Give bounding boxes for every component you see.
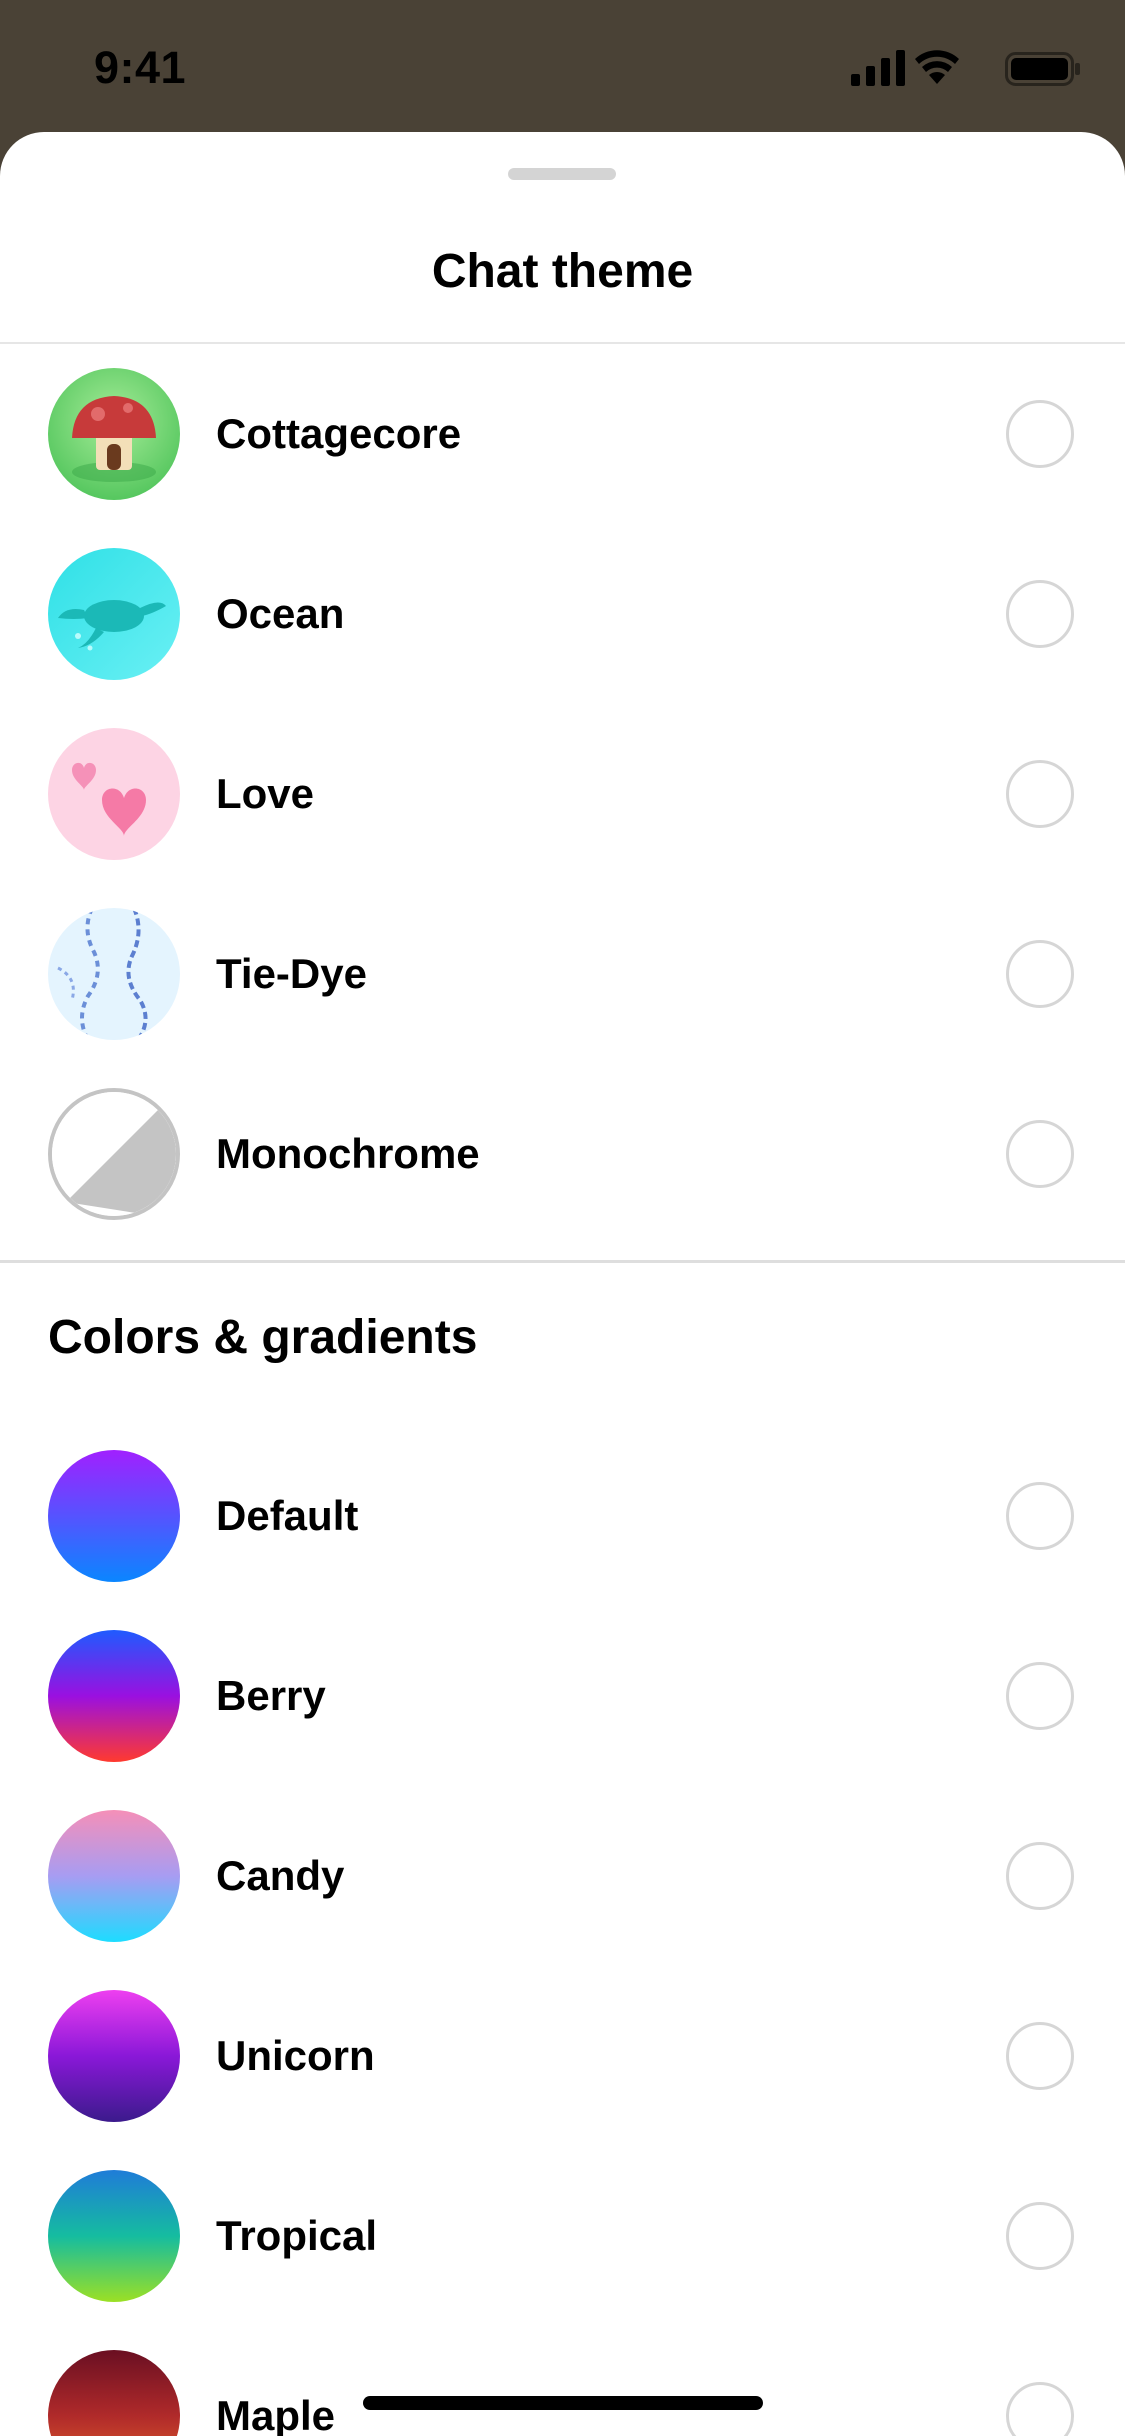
colors-section-header: Colors & gradients: [48, 1311, 478, 1364]
color-radio-button[interactable]: [1006, 2022, 1074, 2090]
color-radio-button[interactable]: [1006, 2382, 1074, 2436]
color-radio-button[interactable]: [1006, 1482, 1074, 1550]
theme-radio-button[interactable]: [1006, 580, 1074, 648]
theme-row-monochrome[interactable]: Monochrome: [0, 1064, 1125, 1244]
theme-row-ocean[interactable]: Ocean: [0, 524, 1125, 704]
theme-radio-button[interactable]: [1006, 940, 1074, 1008]
color-label: Default: [216, 1492, 359, 1539]
theme-radio-button[interactable]: [1006, 400, 1074, 468]
section-divider: [0, 1260, 1125, 1263]
status-time: 9:41: [94, 42, 187, 93]
gradient-swatch: [48, 2170, 180, 2302]
sheet-grabber-handle[interactable]: [508, 168, 616, 180]
color-label: Berry: [216, 1672, 326, 1719]
status-bar: 9:41: [0, 0, 1125, 132]
theme-radio-button[interactable]: [1006, 760, 1074, 828]
color-row-unicorn[interactable]: Unicorn: [0, 1966, 1125, 2146]
gradient-swatch: [48, 1630, 180, 1762]
color-label: Candy: [216, 1852, 345, 1899]
theme-label: Cottagecore: [216, 410, 462, 457]
theme-radio-button[interactable]: [1006, 1120, 1074, 1188]
half-gray-circle-icon: [48, 1088, 180, 1220]
chat-theme-sheet: Chat theme Cottagecore Ocean Love Tie-Dy…: [0, 132, 1125, 2436]
gradient-swatch: [48, 1810, 180, 1942]
color-row-maple[interactable]: Maple: [0, 2326, 1125, 2436]
color-row-default[interactable]: Default: [0, 1426, 1125, 1606]
sea-turtle-icon: [48, 548, 180, 680]
color-label: Unicorn: [216, 2032, 375, 2079]
color-radio-button[interactable]: [1006, 1842, 1074, 1910]
color-row-candy[interactable]: Candy: [0, 1786, 1125, 1966]
wifi-icon: [915, 50, 959, 84]
color-radio-button[interactable]: [1006, 1662, 1074, 1730]
color-radio-button[interactable]: [1006, 2202, 1074, 2270]
theme-label: Tie-Dye: [216, 950, 367, 997]
hearts-icon: [48, 728, 180, 860]
theme-row-cottagecore[interactable]: Cottagecore: [0, 344, 1125, 524]
theme-label: Ocean: [216, 590, 345, 637]
battery-icon: [1005, 52, 1080, 86]
color-row-tropical[interactable]: Tropical: [0, 2146, 1125, 2326]
tie-dye-pattern-icon: [48, 908, 180, 1040]
color-label: Tropical: [216, 2212, 378, 2259]
gradient-swatch: [48, 2350, 180, 2436]
sheet-title: Chat theme: [431, 245, 694, 298]
gradient-swatch: [48, 1450, 180, 1582]
gradient-swatch: [48, 1990, 180, 2122]
theme-label: Love: [216, 770, 315, 817]
color-row-berry[interactable]: Berry: [0, 1606, 1125, 1786]
home-indicator: [363, 2396, 763, 2410]
color-label: Maple: [216, 2392, 336, 2436]
theme-row-love[interactable]: Love: [0, 704, 1125, 884]
cellular-signal-icon: [851, 50, 905, 86]
status-icons: [841, 50, 1081, 90]
theme-label: Monochrome: [216, 1130, 480, 1177]
theme-row-tie-dye[interactable]: Tie-Dye: [0, 884, 1125, 1064]
mushroom-house-icon: [48, 368, 180, 500]
